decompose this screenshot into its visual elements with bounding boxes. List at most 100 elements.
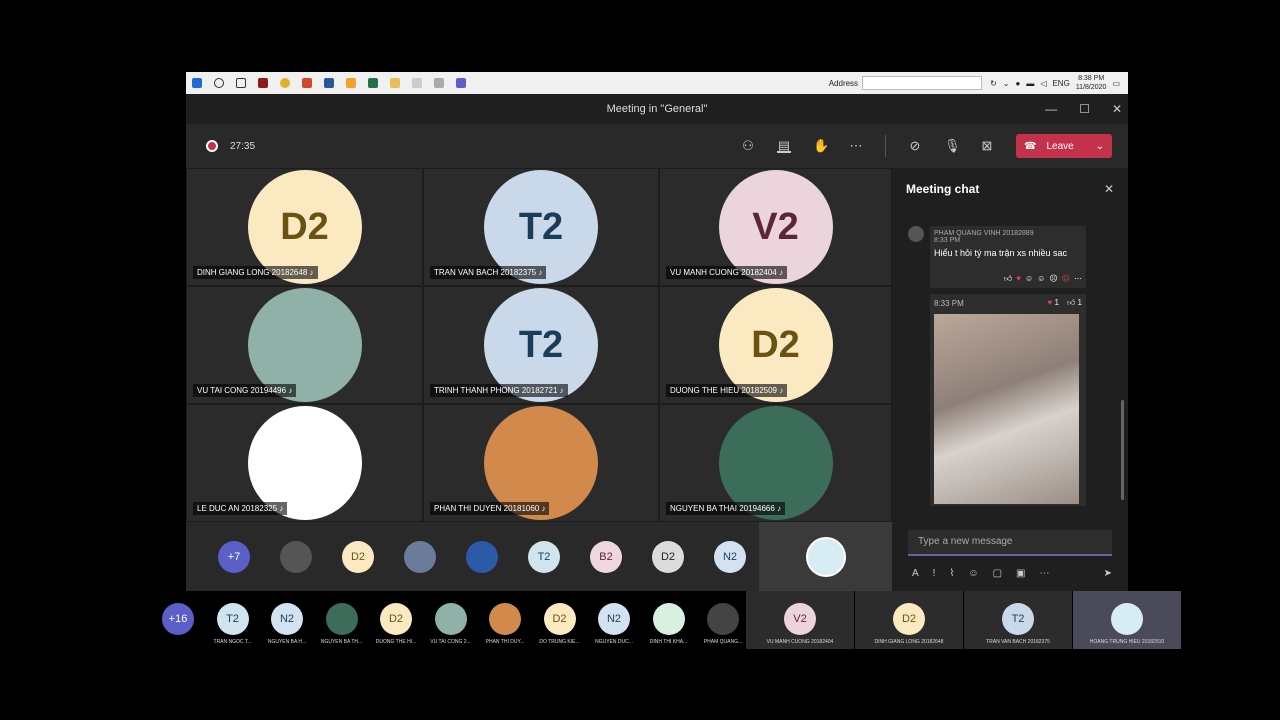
chevron-down-icon[interactable]: ⌄	[1096, 141, 1104, 152]
chevron-down-icon[interactable]: ⌄	[1003, 79, 1010, 88]
close-icon[interactable]: ✕	[1104, 182, 1114, 196]
powerpoint-icon[interactable]	[302, 78, 312, 88]
participant-thumb[interactable]: T2	[528, 541, 560, 573]
participant-thumb[interactable]: D2 DO TRUNG KIE...	[534, 603, 586, 645]
chat-image-message[interactable]: 8:33 PM ♥ 1 👍︎ 1	[930, 294, 1086, 506]
participant-thumb[interactable]: D2	[652, 541, 684, 573]
participant-thumb[interactable]: N2	[714, 541, 746, 573]
like-react-icon[interactable]: 👍︎	[1004, 274, 1012, 284]
participant-thumb[interactable]: PHAN THI DUY...	[479, 603, 531, 645]
folder-icon[interactable]	[390, 78, 400, 88]
message-input[interactable]: Type a new message	[908, 530, 1112, 556]
clock[interactable]: 8:38 PM 11/8/2020	[1076, 74, 1107, 92]
gif-icon[interactable]: ▣	[1016, 568, 1025, 579]
chrome-icon[interactable]	[280, 78, 290, 88]
participant-thumb[interactable]: N2 NGUYEN DUC...	[588, 603, 640, 645]
attach-icon[interactable]: ⌇	[949, 568, 954, 579]
sticker-icon[interactable]: ▢	[993, 568, 1002, 579]
refresh-icon[interactable]: ↻	[990, 79, 997, 88]
more-participants-badge[interactable]: +7	[218, 541, 250, 573]
participant-thumb[interactable]: B2	[590, 541, 622, 573]
participant-caption: VU TAI CONG 2...	[430, 639, 471, 645]
microphone-icon[interactable]: 🎙︎	[944, 139, 961, 153]
participant-thumb[interactable]	[404, 541, 436, 573]
emoji-icon[interactable]: ☺	[968, 568, 978, 579]
heart-reaction[interactable]: ♥ 1	[1048, 298, 1059, 308]
network-icon[interactable]: ▬	[1026, 79, 1034, 88]
app-icon[interactable]	[412, 78, 422, 88]
camera-off-icon[interactable]: ⊘	[908, 139, 922, 153]
participant-thumb[interactable]: VU TAI CONG 2...	[425, 603, 477, 645]
participant-thumb[interactable]: T2 TRAN NGOC T...	[207, 603, 259, 645]
start-icon[interactable]	[192, 78, 202, 88]
teams-icon[interactable]	[456, 78, 466, 88]
chat-icon[interactable]: ▤	[777, 139, 791, 153]
video-tile[interactable]: D2 DUONG THE HIEU 20182509 ♪	[659, 286, 892, 404]
more-options-icon[interactable]: ⋯	[1039, 568, 1049, 579]
app-icon[interactable]	[258, 78, 268, 88]
minimize-icon[interactable]: —	[1045, 102, 1057, 116]
more-options-icon[interactable]: ⋯	[1074, 274, 1082, 284]
more-options-icon[interactable]: ⋯	[849, 139, 863, 153]
app-icon[interactable]	[346, 78, 356, 88]
video-tile[interactable]: PHAN THI DUYEN 20181060 ♪	[423, 404, 659, 522]
chat-message[interactable]: PHAM QUANG VINH 20182889 8:33 PM Hiểu t …	[930, 226, 1086, 288]
video-tile[interactable]: T2 TRAN VAN BACH 20182375 ♪	[423, 168, 659, 286]
excel-icon[interactable]	[368, 78, 378, 88]
participant-thumb[interactable]: DINH THI KHA...	[643, 603, 695, 645]
participant-name: TRAN VAN BACH 20182375 ♪	[430, 266, 547, 279]
participant-thumb[interactable]: NGUYEN BA TH...	[316, 603, 368, 645]
video-tile[interactable]: V2 VU MANH CUONG 20182404 ♪	[659, 168, 892, 286]
participant-name: VU TAI CONG 20194496 ♪	[193, 384, 297, 397]
video-tile[interactable]: LE DUC AN 20182325 ♪	[186, 404, 423, 522]
task-view-icon[interactable]	[236, 78, 246, 88]
address-input[interactable]	[862, 76, 983, 90]
participant-name: LE DUC AN 20182325 ♪	[193, 502, 288, 515]
message-time: 8:33 PM	[934, 237, 961, 244]
format-icon[interactable]: A	[912, 568, 919, 579]
share-screen-icon[interactable]: ⊠	[980, 139, 994, 153]
search-icon[interactable]	[214, 78, 224, 88]
sad-react-icon[interactable]: ☹	[1049, 274, 1057, 284]
video-tile[interactable]: NGUYEN BA THAI 20194666 ♪	[659, 404, 892, 522]
heart-react-icon[interactable]: ♥	[1016, 274, 1021, 284]
participants-icon[interactable]: ⚇	[741, 139, 755, 153]
participant-panel[interactable]: V2 VU MANH CUONG 20182404	[746, 591, 854, 649]
participant-panel[interactable]: HOANG TRUNG HIEU 20182510	[1073, 591, 1181, 649]
like-reaction[interactable]: 👍︎ 1	[1067, 298, 1082, 308]
word-icon[interactable]	[324, 78, 334, 88]
important-icon[interactable]: !	[933, 568, 936, 579]
raise-hand-icon[interactable]: ✋	[813, 139, 829, 153]
language-indicator[interactable]: ENG	[1052, 79, 1069, 88]
participant-panel[interactable]: T2 TRAN VAN BACH 20182375	[964, 591, 1072, 649]
laugh-react-icon[interactable]: ☺	[1025, 274, 1033, 284]
app-icon[interactable]	[434, 78, 444, 88]
leave-button[interactable]: ☎ Leave ⌄	[1016, 134, 1112, 158]
close-icon[interactable]: ✕	[1112, 102, 1122, 116]
participant-name: DINH GIANG LONG 20182648 ♪	[193, 266, 318, 279]
more-participants-badge[interactable]: +16	[152, 603, 204, 639]
maximize-icon[interactable]: ☐	[1079, 102, 1090, 116]
meeting-toolbar: ⚇ ▤ ✋ ⋯ ⊘ 🎙︎ ⊠ ☎ Leave ⌄	[741, 134, 1112, 158]
mic-icon[interactable]: ●	[1015, 79, 1020, 88]
send-icon[interactable]: ➤	[1104, 568, 1112, 579]
participant-thumb[interactable]: D2 DUONG THE HI...	[370, 603, 422, 645]
volume-icon[interactable]: ◁	[1040, 79, 1046, 88]
notification-icon[interactable]: ▭	[1112, 79, 1120, 88]
shared-photo[interactable]	[934, 314, 1079, 504]
video-tile[interactable]: T2 TRINH THANH PHONG 20182721 ♪	[423, 286, 659, 404]
chat-scrollbar[interactable]	[1121, 400, 1124, 500]
self-video-tile[interactable]	[759, 522, 892, 592]
participant-thumb[interactable]	[280, 541, 312, 573]
participant-thumb[interactable]: N2 NGUYEN BA H...	[261, 603, 313, 645]
angry-react-icon[interactable]: ☹	[1062, 274, 1070, 284]
participant-panel[interactable]: D2 DINH GIANG LONG 20182648	[855, 591, 963, 649]
participant-avatar: T2	[1002, 603, 1034, 635]
participant-thumb[interactable]: PHAM QUANG...	[697, 603, 749, 645]
mic-icon: ♪	[779, 386, 784, 395]
participant-thumb[interactable]	[466, 541, 498, 573]
participant-thumb[interactable]: D2	[342, 541, 374, 573]
video-tile[interactable]: D2 DINH GIANG LONG 20182648 ♪	[186, 168, 423, 286]
surprised-react-icon[interactable]: ☺	[1037, 274, 1045, 284]
video-tile[interactable]: VU TAI CONG 20194496 ♪	[186, 286, 423, 404]
